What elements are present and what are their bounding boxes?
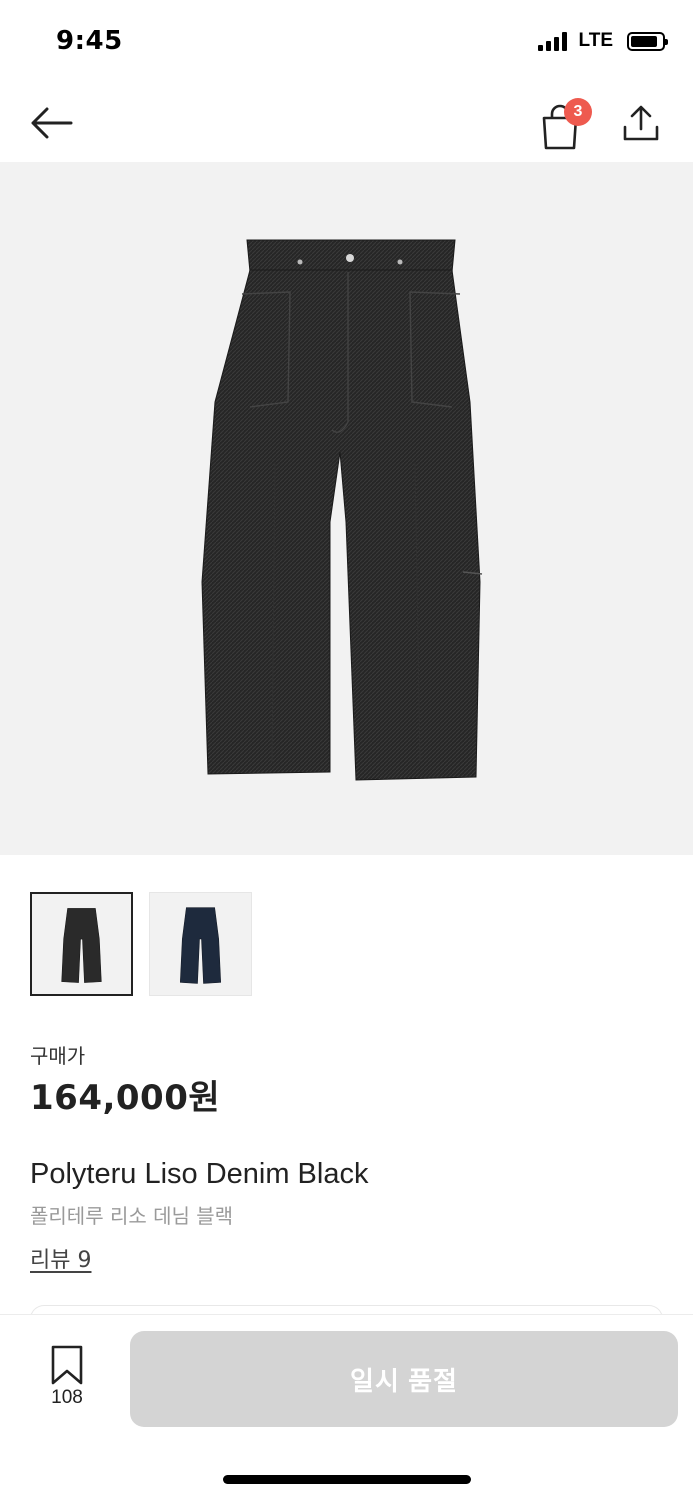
price-label: 구매가 [30,1044,86,1068]
thumbnail-pants-image [61,908,102,983]
product-name: Polyteru Liso Denim Black [30,1158,369,1190]
cart-count-badge: 3 [564,98,592,126]
status-indicators: LTE [537,30,668,52]
back-button[interactable] [26,98,76,148]
cart-button[interactable]: 3 [534,96,592,150]
home-indicator [223,1475,471,1484]
sold-out-button[interactable]: 일시 품절 [130,1331,678,1427]
network-label: LTE [578,30,613,51]
bookmark-button[interactable]: 108 [38,1345,96,1417]
bookmark-count: 108 [51,1387,83,1408]
signal-icon [537,31,567,51]
share-icon [623,105,659,141]
arrow-left-icon [31,107,73,139]
nav-bar: 3 [0,86,693,162]
thumbnail-list [30,892,252,996]
thumbnail-pants-image [179,907,222,984]
bookmark-icon [51,1345,83,1385]
status-bar: 9:45 LTE [0,0,693,86]
share-button[interactable] [616,98,666,148]
status-time: 9:45 [56,26,123,56]
pants-illustration [201,239,483,781]
product-image[interactable] [0,162,693,855]
bottom-action-bar: 108 일시 품절 [0,1314,693,1500]
thumbnail-black[interactable] [30,892,133,996]
battery-icon [627,31,668,51]
product-price: 164,000원 [30,1078,221,1118]
thumbnail-navy[interactable] [149,892,252,996]
product-name-korean: 폴리테루 리소 데님 블랙 [30,1204,234,1228]
review-link[interactable]: 리뷰 9 [30,1242,91,1274]
